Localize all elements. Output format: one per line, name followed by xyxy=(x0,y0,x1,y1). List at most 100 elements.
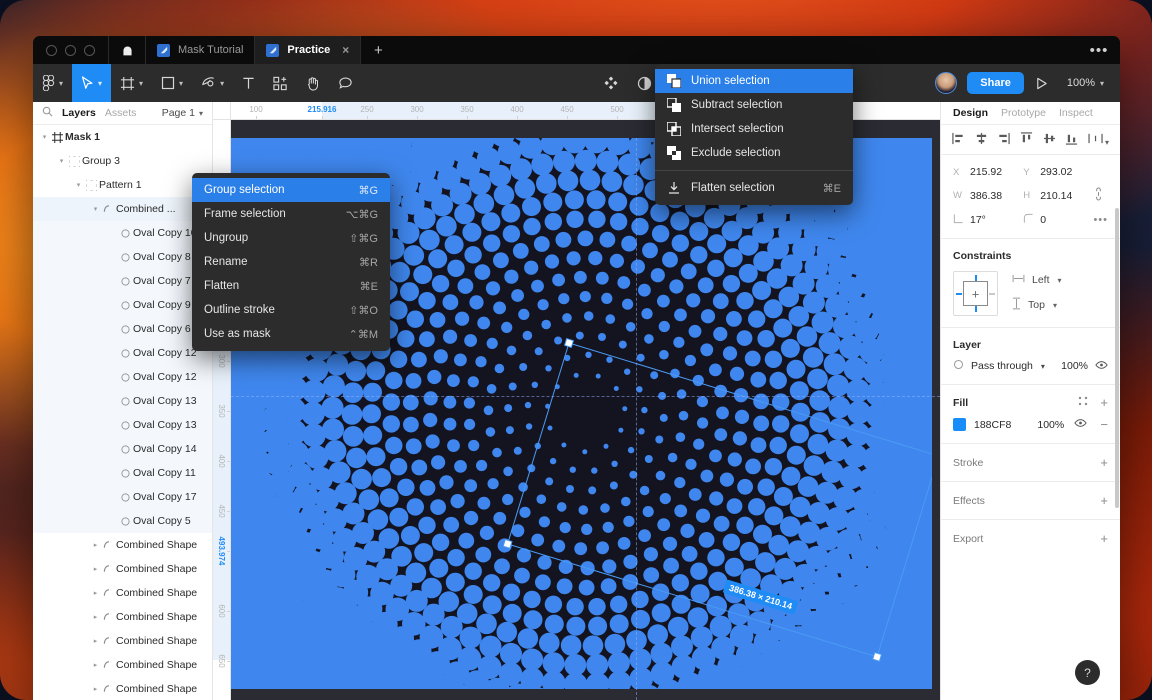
vertical-constraint-dropdown[interactable]: Top ▾ xyxy=(1012,297,1062,313)
hand-tool-button[interactable] xyxy=(297,64,329,102)
move-tool-button[interactable]: ▾ xyxy=(72,64,112,102)
align-horizontal-center-icon[interactable] xyxy=(975,132,988,148)
disclosure-triangle-icon[interactable]: ▸ xyxy=(90,637,101,645)
disclosure-triangle-icon[interactable]: ▸ xyxy=(90,685,101,693)
present-button[interactable] xyxy=(1026,77,1057,90)
add-effect-button[interactable]: + xyxy=(1100,494,1108,507)
layer-row[interactable]: ▸ Combined Shape xyxy=(33,557,212,581)
w-field[interactable]: W 386.38 xyxy=(953,190,1023,202)
boolean-menu-item[interactable]: Exclude selection xyxy=(655,141,853,165)
layer-row[interactable]: ▸ Combined Shape xyxy=(33,533,212,557)
h-field[interactable]: H 210.14 xyxy=(1023,190,1093,202)
constraint-right-bar[interactable] xyxy=(989,292,995,295)
layer-opacity-value[interactable]: 100% xyxy=(1061,360,1088,372)
tab-mask-tutorial[interactable]: Mask Tutorial xyxy=(146,36,256,64)
layer-row[interactable]: Oval Copy 11 xyxy=(33,461,212,485)
pen-tool-button[interactable]: ▾ xyxy=(192,64,233,102)
rotation-field[interactable]: 17° xyxy=(953,213,1023,227)
zoom-level-control[interactable]: 100% ▾ xyxy=(1059,77,1112,89)
blend-mode-value[interactable]: Pass through xyxy=(971,360,1033,372)
corner-radius-field[interactable]: 0 xyxy=(1023,213,1093,227)
link-icon[interactable] xyxy=(1093,187,1108,204)
context-menu[interactable]: Group selection ⌘G Frame selection ⌥⌘G Ungro… xyxy=(192,173,390,351)
disclosure-triangle-icon[interactable]: ▸ xyxy=(90,541,101,549)
align-vertical-center-icon[interactable] xyxy=(1043,132,1056,148)
layer-row[interactable]: Oval Copy 7 xyxy=(33,269,212,293)
share-button[interactable]: Share xyxy=(967,72,1024,94)
layer-row[interactable]: Oval Copy 12 xyxy=(33,341,212,365)
tab-prototype[interactable]: Prototype xyxy=(1001,107,1046,119)
boolean-menu-item[interactable]: Intersect selection xyxy=(655,117,853,141)
layer-row[interactable]: Oval Copy 5 xyxy=(33,509,212,533)
x-field[interactable]: X 215.92 xyxy=(953,166,1023,178)
mask-tool-button[interactable] xyxy=(594,64,628,102)
comment-tool-button[interactable] xyxy=(329,64,362,102)
layer-row[interactable]: ▸ Combined Shape xyxy=(33,653,212,677)
styles-icon[interactable] xyxy=(1078,396,1088,409)
page-selector[interactable]: Page 1 ▾ xyxy=(162,107,203,119)
layer-list[interactable]: ▾ Mask 1 ▾ Group 3 ▾ Pattern 1 ▾ Combined ... Ov… xyxy=(33,125,212,700)
help-button[interactable]: ? xyxy=(1075,660,1100,685)
align-bottom-icon[interactable] xyxy=(1065,132,1078,148)
shape-tool-button[interactable]: ▾ xyxy=(152,64,192,102)
disclosure-triangle-icon[interactable]: ▸ xyxy=(90,589,101,597)
boolean-menu-item-flatten[interactable]: Flatten selection ⌘E xyxy=(655,176,853,200)
context-menu-item[interactable]: Ungroup ⇧⌘G xyxy=(192,226,390,250)
boolean-menu-item[interactable]: Subtract selection xyxy=(655,93,853,117)
layer-row[interactable]: Oval Copy 8 xyxy=(33,245,212,269)
constraint-left-bar[interactable] xyxy=(956,292,962,295)
new-tab-button[interactable]: + xyxy=(361,36,395,64)
tab-assets[interactable]: Assets xyxy=(105,107,137,119)
layer-row[interactable]: Oval Copy 14 xyxy=(33,437,212,461)
constraint-bottom-bar[interactable] xyxy=(974,306,977,312)
horizontal-constraint-dropdown[interactable]: Left ▾ xyxy=(1012,274,1062,286)
zoom-window-button[interactable] xyxy=(84,44,95,56)
eye-icon[interactable] xyxy=(1095,360,1108,373)
layer-row[interactable]: Oval Copy 10 xyxy=(33,221,212,245)
tab-layers[interactable]: Layers xyxy=(62,107,96,119)
search-icon[interactable] xyxy=(42,106,53,120)
context-menu-item[interactable]: Frame selection ⌥⌘G xyxy=(192,202,390,226)
layer-row[interactable]: Oval Copy 17 xyxy=(33,485,212,509)
disclosure-triangle-icon[interactable]: ▸ xyxy=(90,565,101,573)
layer-row[interactable]: ▾ Group 3 xyxy=(33,149,212,173)
eye-icon[interactable] xyxy=(1074,418,1088,431)
fill-color-swatch[interactable] xyxy=(953,418,966,431)
y-field[interactable]: Y 293.02 xyxy=(1023,166,1093,178)
menu-tool-button[interactable]: ▾ xyxy=(33,64,72,102)
disclosure-triangle-icon[interactable]: ▸ xyxy=(90,613,101,621)
layer-row[interactable]: ▾ Combined ... xyxy=(33,197,212,221)
close-window-button[interactable] xyxy=(46,44,57,56)
add-export-button[interactable]: + xyxy=(1100,532,1108,545)
layer-row[interactable]: ▸ Combined Shape xyxy=(33,581,212,605)
align-top-icon[interactable] xyxy=(1020,131,1033,148)
disclosure-triangle-icon[interactable]: ▸ xyxy=(90,661,101,669)
distribute-icon[interactable]: ▾ xyxy=(1088,132,1109,148)
frame-tool-button[interactable]: ▾ xyxy=(111,64,152,102)
layer-row[interactable]: ▾ Mask 1 xyxy=(33,125,212,149)
text-tool-button[interactable] xyxy=(233,64,264,102)
layer-row[interactable]: ▾ Pattern 1 xyxy=(33,173,212,197)
context-menu-item[interactable]: Outline stroke ⇧⌘O xyxy=(192,298,390,322)
context-menu-item[interactable]: Rename ⌘R xyxy=(192,250,390,274)
layer-row[interactable]: Oval Copy 12 xyxy=(33,365,212,389)
context-menu-item[interactable]: Flatten ⌘E xyxy=(192,274,390,298)
window-controls[interactable] xyxy=(33,36,108,64)
layer-row[interactable]: ▸ Combined Shape xyxy=(33,629,212,653)
align-right-icon[interactable] xyxy=(997,132,1010,148)
layer-row[interactable]: Oval Copy 9 xyxy=(33,293,212,317)
avatar[interactable] xyxy=(935,72,958,94)
boolean-menu-item[interactable]: Union selection xyxy=(655,69,853,93)
add-fill-button[interactable]: + xyxy=(1100,396,1108,409)
window-more-icon[interactable]: ••• xyxy=(1078,36,1120,64)
minimize-window-button[interactable] xyxy=(65,44,76,56)
disclosure-triangle-icon[interactable]: ▾ xyxy=(56,157,67,165)
layers-scrollbar[interactable] xyxy=(1115,208,1119,508)
disclosure-triangle-icon[interactable]: ▾ xyxy=(73,181,84,189)
boolean-operations-menu[interactable]: Union selection Subtract selection Interse… xyxy=(655,64,853,205)
layer-row[interactable]: Oval Copy 6 xyxy=(33,317,212,341)
component-tool-button[interactable] xyxy=(264,64,297,102)
align-left-icon[interactable] xyxy=(952,132,965,148)
tab-design[interactable]: Design xyxy=(953,107,988,119)
disclosure-triangle-icon[interactable]: ▾ xyxy=(90,205,101,213)
